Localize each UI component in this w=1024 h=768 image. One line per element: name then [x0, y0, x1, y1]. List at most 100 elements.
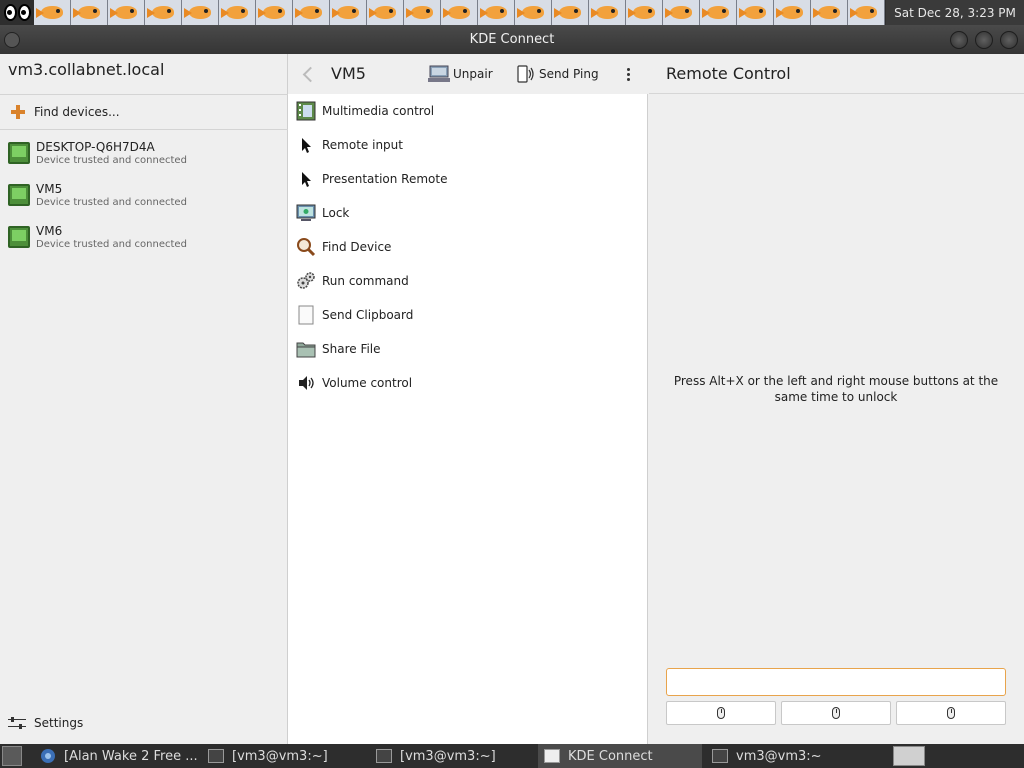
cursor-icon — [302, 172, 311, 187]
device-status: Device trusted and connected — [36, 197, 187, 208]
phone-ping-icon — [517, 65, 534, 83]
fish-icon — [589, 0, 626, 25]
fish-icon — [663, 0, 700, 25]
fish-applet-strip — [34, 0, 886, 25]
laptop-icon — [8, 184, 30, 206]
close-button[interactable] — [1000, 31, 1018, 49]
remote-control-pane[interactable]: Press Alt+X or the left and right mouse … — [649, 94, 1024, 744]
remote-text-input[interactable] — [666, 668, 1006, 696]
fish-icon — [848, 0, 885, 25]
plugin-lock[interactable]: Lock — [288, 196, 648, 230]
device-status: Device trusted and connected — [36, 155, 187, 166]
top-panel: Sat Dec 28, 3:23 PM — [0, 0, 1024, 25]
plugin-find-device[interactable]: Find Device — [288, 230, 648, 264]
more-options-button[interactable] — [622, 64, 634, 84]
devices-pane: vm3.collabnet.local Find devices... DESK… — [0, 54, 288, 744]
plugin-label: Multimedia control — [322, 104, 435, 118]
fish-icon — [219, 0, 256, 25]
task-label: [Alan Wake 2 Free ... — [64, 748, 198, 764]
mouse-icon — [717, 707, 725, 719]
task-terminal-1[interactable]: [vm3@vm3:~] — [206, 744, 366, 768]
settings-button[interactable]: Settings — [8, 716, 83, 730]
task-label: KDE Connect — [568, 748, 653, 764]
device-item-vm5[interactable]: VM5 Device trusted and connected — [0, 174, 288, 216]
plugin-send-clipboard[interactable]: Send Clipboard — [288, 298, 648, 332]
cursor-icon — [302, 138, 311, 153]
plugin-multimedia-control[interactable]: Multimedia control — [288, 94, 648, 128]
fish-icon — [552, 0, 589, 25]
kde-connect-app: vm3.collabnet.local Find devices... DESK… — [0, 54, 1024, 744]
device-item-vm6[interactable]: VM6 Device trusted and connected — [0, 216, 288, 258]
tray-window-button[interactable] — [893, 746, 925, 766]
fish-icon — [108, 0, 145, 25]
plugin-volume-control[interactable]: Volume control — [288, 366, 648, 400]
fish-icon — [441, 0, 478, 25]
window-title: KDE Connect — [469, 32, 555, 47]
film-icon — [296, 101, 316, 121]
plugin-label: Share File — [322, 342, 381, 356]
unpair-label: Unpair — [453, 67, 493, 81]
task-kde-connect[interactable]: KDE Connect — [538, 744, 702, 768]
panel-clock[interactable]: Sat Dec 28, 3:23 PM — [886, 0, 1024, 25]
terminal-icon — [712, 749, 728, 763]
task-browser[interactable]: [Alan Wake 2 Free ... — [36, 744, 200, 768]
fish-icon — [293, 0, 330, 25]
middle-mouse-button[interactable] — [781, 701, 891, 725]
plugin-label: Remote input — [322, 138, 403, 152]
magnifier-icon — [297, 238, 316, 257]
right-mouse-button[interactable] — [896, 701, 1006, 725]
task-label: [vm3@vm3:~] — [400, 748, 496, 764]
fish-icon — [330, 0, 367, 25]
find-devices-button[interactable]: Find devices... — [0, 95, 288, 129]
plugin-label: Volume control — [322, 376, 413, 390]
terminal-icon — [376, 749, 392, 763]
task-label: [vm3@vm3:~] — [232, 748, 328, 764]
unpair-icon — [428, 65, 450, 82]
plugin-remote-input[interactable]: Remote input — [288, 128, 648, 162]
fish-icon — [256, 0, 293, 25]
settings-label: Settings — [34, 716, 84, 730]
window-menu-button[interactable] — [4, 32, 20, 48]
left-mouse-button[interactable] — [666, 701, 776, 725]
window-titlebar[interactable]: KDE Connect — [0, 25, 1024, 54]
plugin-share-file[interactable]: Share File — [288, 332, 648, 366]
plugin-list: Multimedia control Remote input Presenta… — [288, 94, 648, 744]
send-ping-label: Send Ping — [539, 67, 599, 81]
unpair-button[interactable]: Unpair — [428, 64, 493, 84]
browser-icon — [41, 749, 55, 763]
back-button[interactable] — [302, 65, 316, 83]
maximize-button[interactable] — [975, 31, 993, 49]
device-name: DESKTOP-Q6H7D4A — [36, 140, 155, 154]
plugin-presentation-remote[interactable]: Presentation Remote — [288, 162, 648, 196]
right-eye-icon — [17, 4, 31, 21]
show-desktop-button[interactable] — [2, 746, 22, 766]
fish-icon — [71, 0, 108, 25]
device-header: VM5 Unpair Send Ping — [288, 54, 648, 94]
gears-icon — [297, 272, 315, 289]
fish-icon — [515, 0, 552, 25]
laptop-icon — [8, 142, 30, 164]
fish-icon — [404, 0, 441, 25]
find-devices-label: Find devices... — [34, 105, 120, 119]
device-name: VM5 — [36, 182, 63, 196]
plugin-label: Presentation Remote — [322, 172, 448, 186]
send-ping-button[interactable]: Send Ping — [514, 64, 599, 84]
fish-icon — [700, 0, 737, 25]
device-item-desktop[interactable]: DESKTOP-Q6H7D4A Device trusted and conne… — [0, 132, 288, 174]
plugin-run-command[interactable]: Run command — [288, 264, 648, 298]
plugin-label: Lock — [322, 206, 350, 220]
mouse-icon — [832, 707, 840, 719]
plus-icon — [10, 104, 26, 120]
minimize-button[interactable] — [950, 31, 968, 49]
fish-icon — [478, 0, 515, 25]
unlock-hint: Press Alt+X or the left and right mouse … — [673, 374, 999, 404]
mouse-icon — [947, 707, 955, 719]
task-terminal-3[interactable]: vm3@vm3:~ — [710, 744, 880, 768]
fish-icon — [145, 0, 182, 25]
remote-control-title: Remote Control — [649, 54, 1024, 94]
fish-icon — [774, 0, 811, 25]
plugin-label: Find Device — [322, 240, 392, 254]
task-terminal-2[interactable]: [vm3@vm3:~] — [374, 744, 534, 768]
fish-icon — [811, 0, 848, 25]
fish-icon — [34, 0, 71, 25]
